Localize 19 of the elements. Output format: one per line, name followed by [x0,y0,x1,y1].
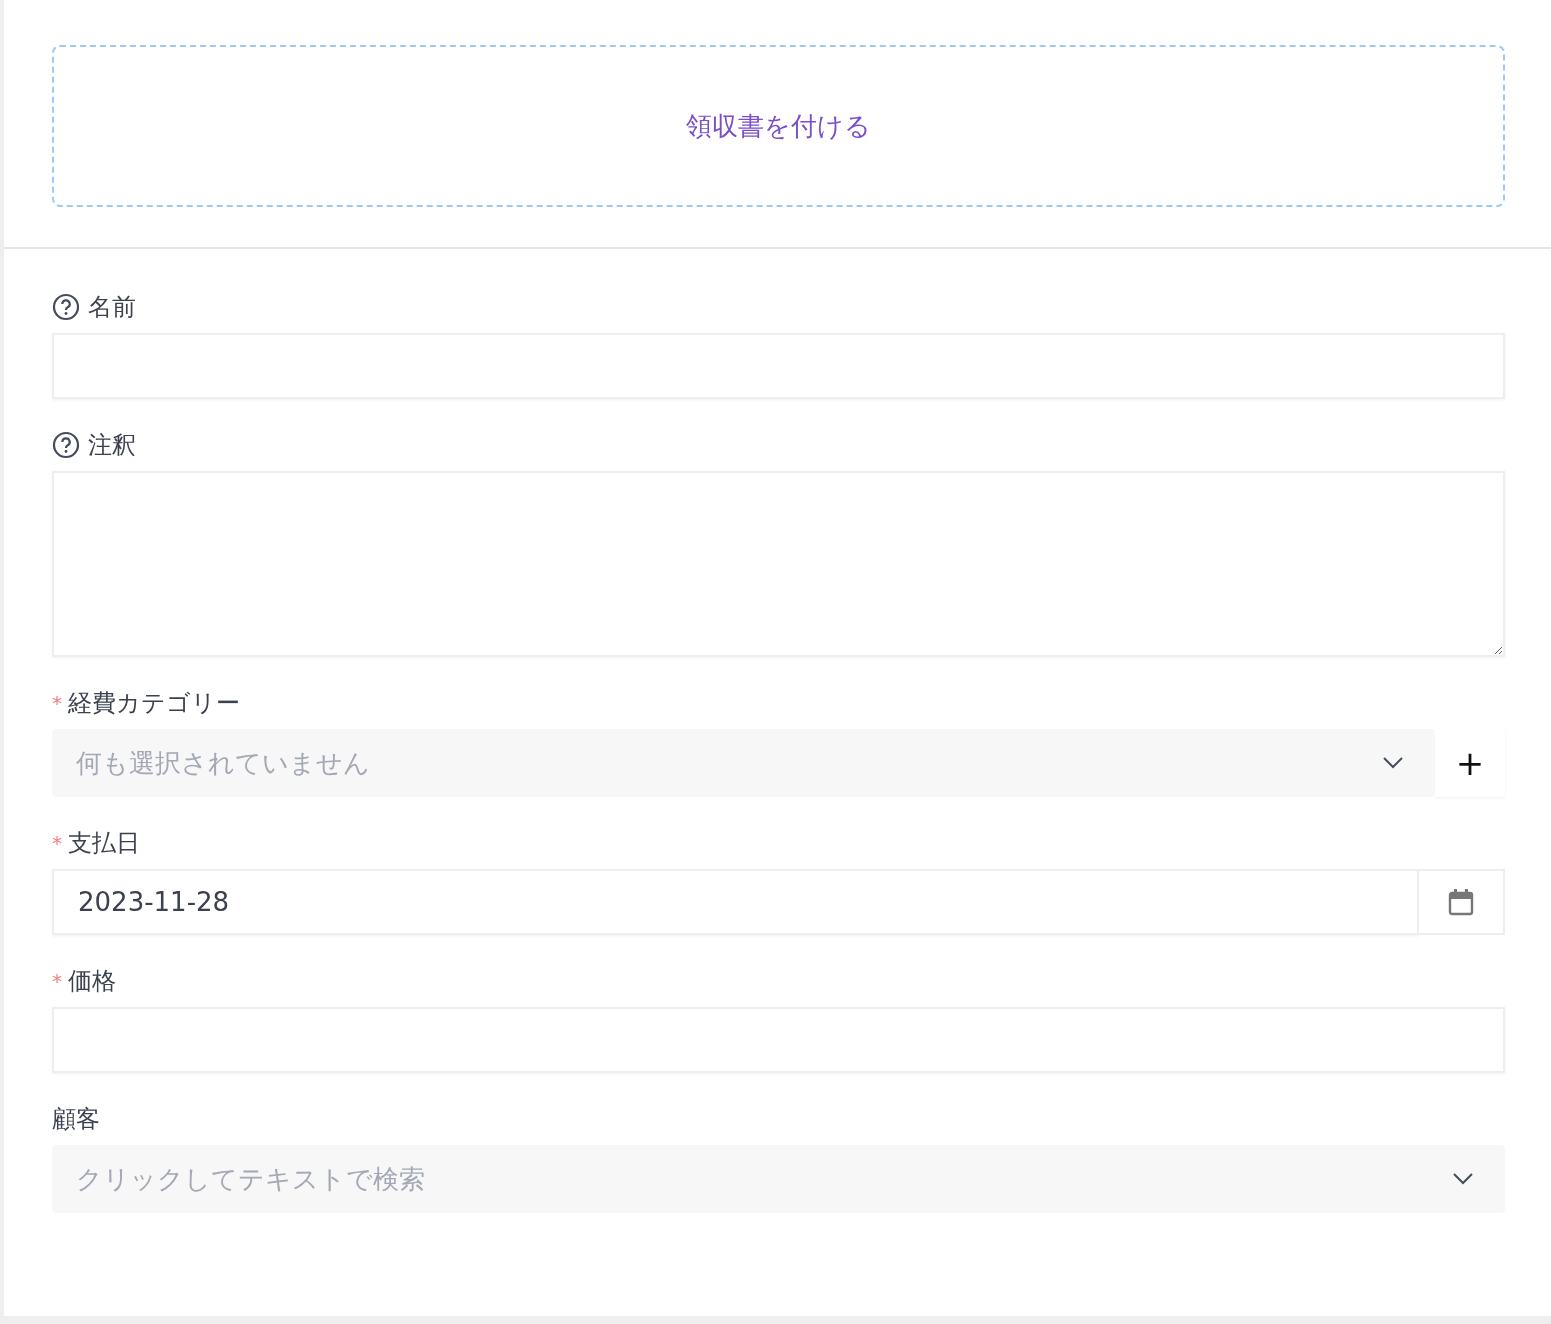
attach-receipt-button[interactable]: 領収書を付ける [52,45,1505,207]
field-label: 顧客 [52,1104,100,1135]
required-mark: * [52,969,62,993]
field-label: 支払日 [68,828,140,859]
help-icon[interactable] [52,431,80,459]
textarea-field[interactable] [52,471,1505,657]
field-label: 価格 [68,966,116,997]
required-mark: * [52,831,62,855]
add-button[interactable]: + [1435,729,1505,797]
chevron-down-icon [1453,1173,1473,1185]
required-mark: * [52,691,62,715]
field-label: 名前 [88,292,136,323]
date-input[interactable]: 2023-11-28 [52,869,1419,935]
help-icon[interactable] [52,293,80,321]
chevron-down-icon [1383,757,1403,769]
calendar-button[interactable] [1419,869,1505,935]
calendar-icon [1448,888,1474,916]
field-label: 注釈 [88,430,136,461]
field-label: 経費カテゴリー [68,688,240,719]
